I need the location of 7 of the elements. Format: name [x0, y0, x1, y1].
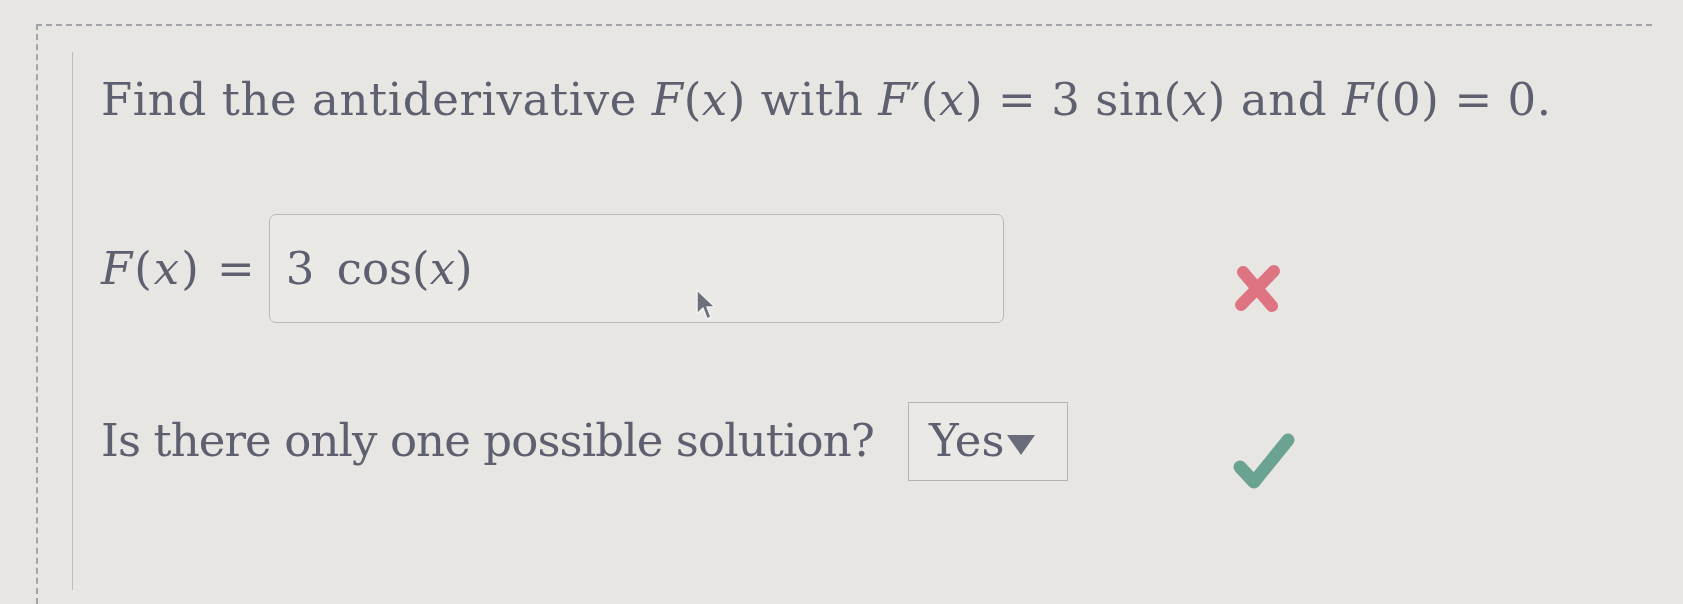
question-text: Find the antiderivative F(x) with F′(x) = 3 sin(x) and F(0) = 0.: [101, 72, 1553, 128]
answer-dropdown[interactable]: Yes: [907, 401, 1068, 481]
mouse-pointer-icon: [695, 289, 716, 321]
caret-icon: [1006, 435, 1035, 455]
question-label: Is there only one possible solution?: [101, 413, 874, 469]
answer-field[interactable]: 3 cos(x): [268, 214, 1004, 323]
formula-label: F(x) =: [101, 240, 257, 297]
